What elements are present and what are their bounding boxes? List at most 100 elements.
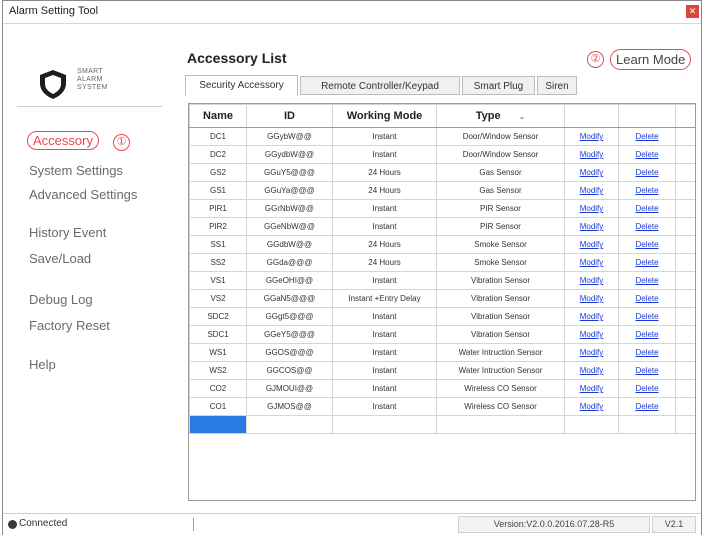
modify-link[interactable]: Modify [564, 253, 619, 272]
new-row-cell[interactable] [332, 415, 437, 434]
sidebar-item-debug-log[interactable]: Debug Log [29, 292, 93, 307]
cell-working-mode[interactable]: Instant [332, 361, 437, 380]
modify-link[interactable]: Modify [564, 199, 619, 218]
tab-smart-plug[interactable]: Smart Plug [462, 76, 535, 95]
cell-type[interactable]: Vibration Sensor [436, 289, 565, 308]
cell-name[interactable]: WS1 [189, 343, 247, 362]
tab-siren[interactable]: Siren [537, 76, 577, 95]
column-header-name[interactable]: Name [189, 104, 247, 128]
cell-name[interactable]: SDC1 [189, 325, 247, 344]
cell-working-mode[interactable]: Instant [332, 343, 437, 362]
delete-link[interactable]: Delete [618, 145, 676, 164]
cell-name[interactable]: WS2 [189, 361, 247, 380]
modify-link[interactable]: Modify [564, 127, 619, 146]
cell-id[interactable]: GGgt5@@@ [246, 307, 333, 326]
table-row[interactable]: PIR2 GGeNbW@@ Instant PIR Sensor Modify Delet… [189, 217, 695, 236]
cell-id[interactable]: GGda@@@ [246, 253, 333, 272]
modify-link[interactable]: Modify [564, 289, 619, 308]
cell-working-mode[interactable]: Instant [332, 271, 437, 290]
modify-link[interactable]: Modify [564, 217, 619, 236]
cell-id[interactable]: GJMOUI@@ [246, 379, 333, 398]
cell-id[interactable]: GGybW@@ [246, 127, 333, 146]
cell-type[interactable]: Water Intruction Sensor [436, 343, 565, 362]
sidebar-item-system-settings[interactable]: System Settings [29, 163, 123, 178]
cell-name[interactable]: CO2 [189, 379, 247, 398]
cell-working-mode[interactable]: Instant [332, 325, 437, 344]
table-row[interactable]: GS1 GGuYa@@@ 24 Hours Gas Sensor Modify Delet… [189, 181, 695, 200]
modify-link[interactable]: Modify [564, 235, 619, 254]
table-row[interactable]: WS1 GGOS@@@ Instant Water Intruction Sensor… [189, 343, 695, 362]
cell-name[interactable]: GS2 [189, 163, 247, 182]
delete-link[interactable]: Delete [618, 289, 676, 308]
cell-working-mode[interactable]: Instant [332, 127, 437, 146]
new-row-selected-cell[interactable] [189, 415, 247, 434]
delete-link[interactable]: Delete [618, 397, 676, 416]
table-row[interactable]: DC2 GGydbW@@ Instant Door/Window Sensor Modi… [189, 145, 695, 164]
modify-link[interactable]: Modify [564, 325, 619, 344]
cell-type[interactable]: PIR Sensor [436, 217, 565, 236]
modify-link[interactable]: Modify [564, 379, 619, 398]
column-header-working-mode[interactable]: Working Mode [332, 104, 437, 128]
delete-link[interactable]: Delete [618, 343, 676, 362]
sidebar-item-save-load[interactable]: Save/Load [29, 251, 91, 266]
learn-mode-button[interactable]: Learn Mode [610, 49, 692, 70]
cell-type[interactable]: Vibration Sensor [436, 325, 565, 344]
sidebar-item-help[interactable]: Help [29, 357, 56, 372]
cell-name[interactable]: SDC2 [189, 307, 247, 326]
table-row[interactable]: SDC2 GGgt5@@@ Instant Vibration Sensor Modif… [189, 307, 695, 326]
cell-working-mode[interactable]: Instant [332, 397, 437, 416]
cell-type[interactable]: Smoke Sensor [436, 235, 565, 254]
cell-working-mode[interactable]: Instant [332, 145, 437, 164]
cell-id[interactable]: GGdbW@@ [246, 235, 333, 254]
table-row[interactable]: SDC1 GGeY5@@@ Instant Vibration Sensor Modif… [189, 325, 695, 344]
cell-id[interactable]: GGeNbW@@ [246, 217, 333, 236]
cell-id[interactable]: GGuY5@@@ [246, 163, 333, 182]
table-row[interactable]: VS1 GGeOHI@@ Instant Vibration Sensor Modify… [189, 271, 695, 290]
cell-name[interactable]: SS2 [189, 253, 247, 272]
cell-type[interactable]: Water Intruction Sensor [436, 361, 565, 380]
cell-working-mode[interactable]: 24 Hours [332, 181, 437, 200]
cell-id[interactable]: GGydbW@@ [246, 145, 333, 164]
table-row[interactable]: GS2 GGuY5@@@ 24 Hours Gas Sensor Modify Delet… [189, 163, 695, 182]
cell-type[interactable]: Gas Sensor [436, 163, 565, 182]
cell-type[interactable]: Smoke Sensor [436, 253, 565, 272]
tab-remote-controller-keypad[interactable]: Remote Controller/Keypad [300, 76, 460, 95]
delete-link[interactable]: Delete [618, 361, 676, 380]
table-row[interactable]: CO2 GJMOUI@@ Instant Wireless CO Sensor Modi… [189, 379, 695, 398]
cell-type[interactable]: PIR Sensor [436, 199, 565, 218]
cell-name[interactable]: DC2 [189, 145, 247, 164]
cell-type[interactable]: Wireless CO Sensor [436, 397, 565, 416]
cell-working-mode[interactable]: Instant +Entry Delay [332, 289, 437, 308]
cell-working-mode[interactable]: 24 Hours [332, 235, 437, 254]
modify-link[interactable]: Modify [564, 163, 619, 182]
sidebar-item-accessory[interactable]: Accessory [27, 131, 99, 150]
modify-link[interactable]: Modify [564, 307, 619, 326]
cell-type[interactable]: Gas Sensor [436, 181, 565, 200]
cell-id[interactable]: GGaN5@@@ [246, 289, 333, 308]
modify-link[interactable]: Modify [564, 397, 619, 416]
table-row[interactable]: WS2 GGCOS@@ Instant Water Intruction Sensor… [189, 361, 695, 380]
cell-name[interactable]: SS1 [189, 235, 247, 254]
cell-id[interactable]: GGeY5@@@ [246, 325, 333, 344]
modify-link[interactable]: Modify [564, 343, 619, 362]
cell-name[interactable]: PIR2 [189, 217, 247, 236]
cell-id[interactable]: GGuYa@@@ [246, 181, 333, 200]
delete-link[interactable]: Delete [618, 253, 676, 272]
cell-id[interactable]: GGrNbW@@ [246, 199, 333, 218]
column-header-type[interactable]: Type ⌄ [436, 104, 565, 128]
cell-id[interactable]: GGOS@@@ [246, 343, 333, 362]
new-row-cell[interactable] [564, 415, 619, 434]
cell-working-mode[interactable]: 24 Hours [332, 163, 437, 182]
cell-type[interactable]: Wireless CO Sensor [436, 379, 565, 398]
close-button[interactable]: ✕ [686, 5, 699, 18]
sidebar-item-history-event[interactable]: History Event [29, 225, 106, 240]
new-row-cell[interactable] [436, 415, 565, 434]
column-header-id[interactable]: ID [246, 104, 333, 128]
cell-name[interactable]: VS2 [189, 289, 247, 308]
delete-link[interactable]: Delete [618, 379, 676, 398]
sidebar-item-advanced-settings[interactable]: Advanced Settings [29, 187, 137, 202]
cell-name[interactable]: DC1 [189, 127, 247, 146]
delete-link[interactable]: Delete [618, 271, 676, 290]
delete-link[interactable]: Delete [618, 163, 676, 182]
delete-link[interactable]: Delete [618, 181, 676, 200]
